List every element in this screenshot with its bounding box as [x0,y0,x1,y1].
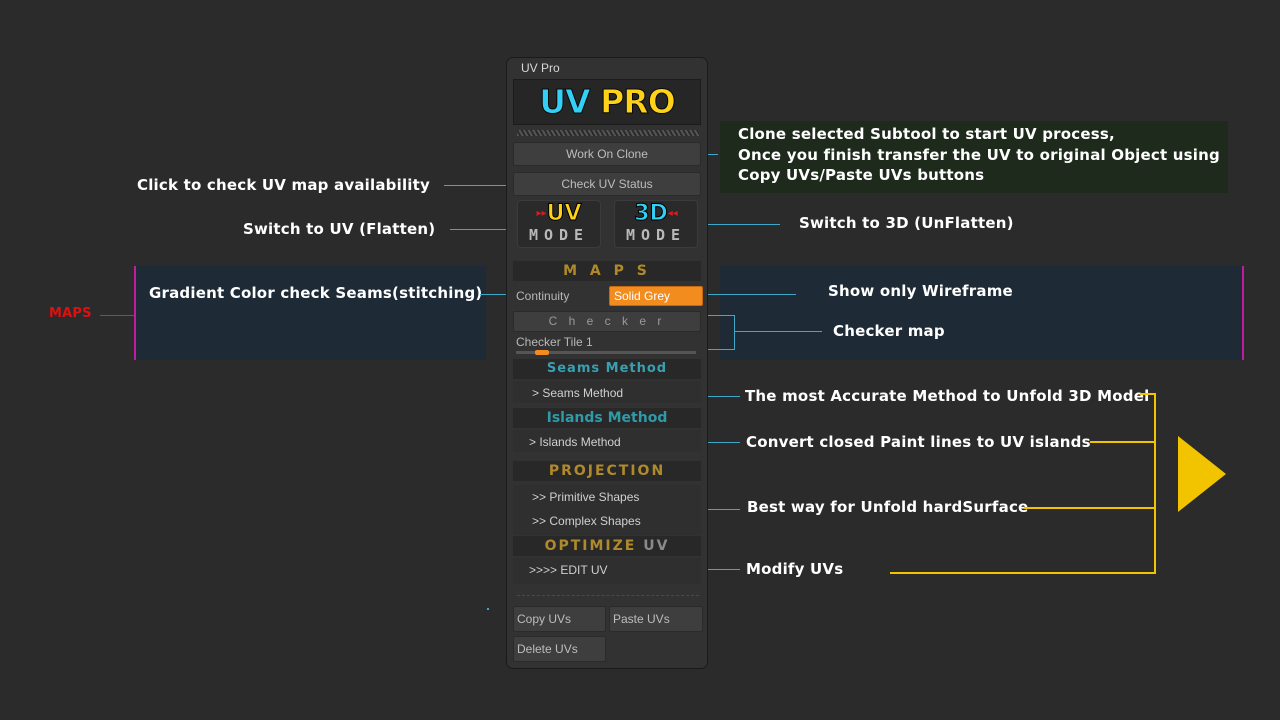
paint-lines-annotation: Convert closed Paint lines to UV islands [746,433,1091,451]
maps-annotation-box-right [720,266,1244,360]
checker-tile-value: 1 [586,335,593,349]
maps-connector [100,315,134,316]
checker-map-annotation: Checker map [833,322,945,340]
optimize-uv-header: OPTIMIZE UV [513,536,701,556]
red-arrows-icon: ◂◂ [667,208,678,219]
yellow-line-modify [890,572,1156,574]
red-arrows-icon: ▸▸ [536,208,547,219]
3d-mode-small: MODE [625,226,687,244]
maps-annotation-box-left [134,266,486,360]
wireframe-connector [698,294,796,295]
check-uv-connector [444,185,512,186]
uv-pro-logo: UV PRO [513,79,701,125]
checker-tile-label: Checker Tile 1 [516,335,593,349]
wireframe-annotation: Show only Wireframe [828,282,1013,300]
check-uv-status-button[interactable]: Check UV Status [513,172,701,196]
switch-uv-annotation: Switch to UV (Flatten) [243,220,436,238]
seams-method-item[interactable]: > Seams Method [532,386,623,400]
islands-method-header: Islands Method [513,408,701,428]
checker-tile-text: Checker Tile [516,335,583,349]
checker-tile-slider-knob[interactable] [535,350,549,355]
play-arrow-icon [1178,436,1226,512]
switch-3d-annotation: Switch to 3D (UnFlatten) [799,214,1014,232]
yellow-bracket-vertical [1154,393,1156,574]
clone-annotation-line2: Once you finish transfer the UV to origi… [738,146,1220,164]
solid-grey-button[interactable]: Solid Grey [609,286,703,306]
maps-header: M A P S [513,261,701,281]
uv-mode-big: UV [546,201,582,226]
optimize-label: OPTIMIZE [544,538,637,554]
uv-pro-panel: UV Pro UV PRO Work On Clone Check UV Sta… [506,57,708,669]
islands-method-item[interactable]: > Islands Method [529,435,621,449]
divider-dashed [517,595,699,596]
continuity-button[interactable]: Continuity [516,289,569,303]
divider-hatch [517,130,699,136]
logo-uv: UV [539,82,591,122]
checker-connector-vertical [734,315,735,350]
clone-annotation-line1: Clone selected Subtool to start UV proce… [738,125,1115,143]
hardsurface-annotation: Best way for Unfold hardSurface [747,498,1029,516]
work-on-clone-button[interactable]: Work On Clone [513,142,701,166]
modify-annotation: Modify UVs [746,560,844,578]
maps-tag: MAPS [49,306,92,321]
checker-connector-out [735,331,822,332]
logo-pro: PRO [600,82,677,122]
complex-shapes-item[interactable]: >> Complex Shapes [532,514,641,528]
yellow-line-hardsurface [1024,507,1156,509]
checker-button[interactable]: C h e c k e r [513,311,701,332]
gradient-annotation: Gradient Color check Seams(stitching) [149,284,483,302]
maps-bracket-left [134,266,136,360]
copy-uvs-button[interactable]: Copy UVs [513,606,606,632]
maps-bracket-right [1242,266,1244,360]
paste-uvs-button[interactable]: Paste UVs [609,606,703,632]
yellow-line-paint [1090,441,1156,443]
clone-annotation-line3: Copy UVs/Paste UVs buttons [738,166,985,184]
3d-mode-big: 3D [634,201,669,226]
checker-tile-slider[interactable] [516,350,696,355]
projection-header: PROJECTION [513,461,701,481]
seams-method-header: Seams Method [513,359,701,379]
uv-mode-button[interactable]: ▸▸UV MODE [517,200,601,248]
3d-mode-button[interactable]: 3D◂◂ MODE [614,200,698,248]
panel-title: UV Pro [521,61,560,75]
stray-dot [487,608,489,610]
accurate-annotation: The most Accurate Method to Unfold 3D Mo… [745,387,1150,405]
check-uv-annotation: Click to check UV map availability [137,176,430,194]
uv-mode-small: MODE [528,226,590,244]
delete-uvs-button[interactable]: Delete UVs [513,636,606,662]
edit-uv-item[interactable]: >>>> EDIT UV [529,563,608,577]
optimize-uv-label: UV [643,538,670,554]
primitive-shapes-item[interactable]: >> Primitive Shapes [532,490,639,504]
